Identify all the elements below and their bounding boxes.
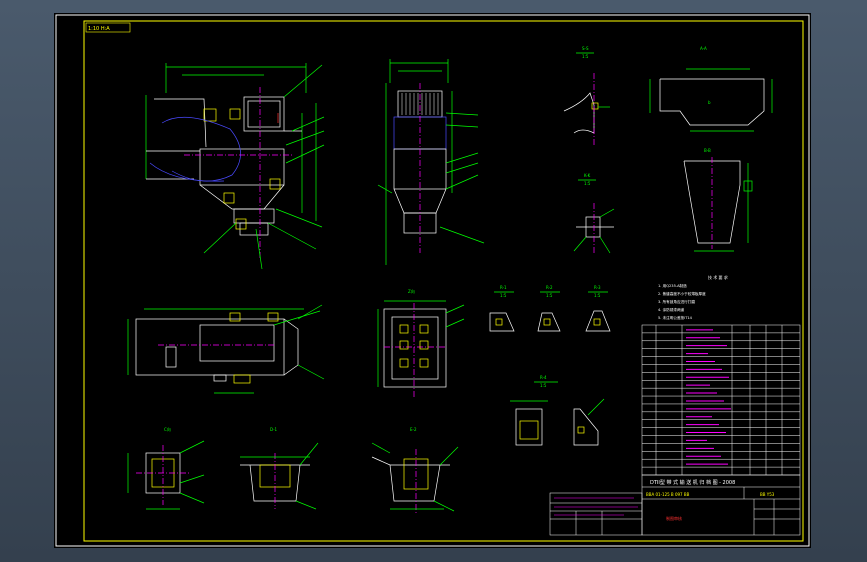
top-tag: 1:10 H:A: [88, 26, 110, 32]
view-c: C向: [127, 426, 205, 510]
view-label-k: K-K: [584, 173, 591, 178]
view-label-r1: R-1: [500, 285, 507, 290]
view-a: A-A b: [649, 46, 773, 132]
view-scale-k: 1:5: [584, 181, 591, 186]
plan-view-z: Z向: [377, 288, 465, 399]
view-b: B-B: [683, 148, 753, 252]
note-3: 3. 所有锁角应进行打磨: [658, 299, 695, 304]
view-label-r3: R-3: [594, 285, 601, 290]
bracket-r3: R-3 1:5: [585, 285, 611, 332]
bracket-r4: R-4 1:5: [510, 375, 605, 446]
bom-table: [641, 324, 801, 476]
view-label-e: E-2: [410, 427, 417, 432]
view-scale-r4: 1:5: [540, 383, 547, 388]
view-scale-r1: 1:5: [500, 293, 507, 298]
tech-req-title: 技 术 要 求: [708, 274, 728, 280]
view-d: D-1: [240, 427, 319, 510]
note-1: 1. 用Q235-A制造: [658, 283, 687, 288]
side-view: [377, 59, 485, 265]
view-scale-r2: 1:5: [546, 293, 553, 298]
view-label-d: D-1: [270, 427, 278, 432]
view-label-c: C向: [164, 426, 171, 432]
note-4: 4. 涂防锈漆两道: [658, 307, 685, 312]
elevation-view: [127, 304, 325, 394]
title-block-title: DTII型 带 式 输 送 机 归 档 图 - 2008: [650, 479, 735, 486]
revision-table-marks: [554, 497, 638, 516]
bracket-r1: R-1 1:5: [489, 285, 515, 332]
view-e: E-2: [371, 427, 459, 513]
section-k-view: K-K 1:5: [573, 173, 615, 254]
view-scale-s: 1:5: [582, 54, 589, 59]
note-5: 5. 未注明公差按IT14: [658, 315, 693, 320]
drawing-sheet: 1:10 H:A S-S 1:5 K-K 1:5 A-A b B-B Z向 R-…: [54, 13, 811, 548]
view-label-s: S-S: [582, 46, 589, 51]
view-label-r4: R-4: [540, 375, 547, 380]
sig-block-label: 制图审核: [666, 515, 682, 521]
cad-drawing: 1:10 H:A S-S 1:5 K-K 1:5 A-A b B-B Z向 R-…: [55, 14, 810, 547]
title-block-ref: BB Y53: [760, 492, 775, 497]
view-label-b: B-B: [704, 148, 711, 153]
bracket-r2: R-2 1:5: [537, 285, 561, 332]
note-2: 2. 焦缝高度不小于较薄板厚度: [658, 291, 706, 296]
outer-frame: [55, 14, 810, 547]
view-label-a: A-A: [700, 46, 707, 51]
view-label-r2: R-2: [546, 285, 553, 290]
front-view: [145, 63, 325, 270]
view-label-z: Z向: [408, 288, 415, 294]
title-block-code: BBA 01-125 B 097 BB: [646, 492, 690, 497]
svg-text:b: b: [708, 100, 711, 105]
view-scale-r3: 1:5: [594, 293, 601, 298]
technical-requirements: 技 术 要 求 1. 用Q235-A制造 2. 焦缝高度不小于较薄板厚度 3. …: [658, 274, 728, 320]
section-s-view: S-S 1:5: [563, 46, 610, 147]
